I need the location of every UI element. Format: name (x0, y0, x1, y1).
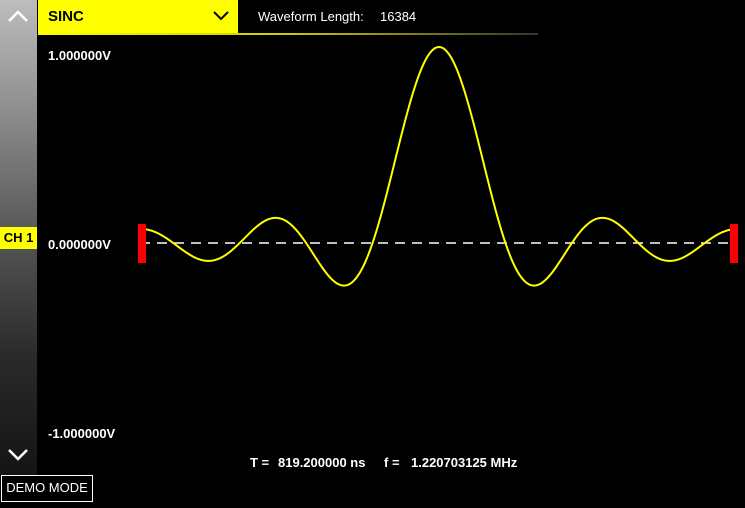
voltage-max-label: 1.000000V (48, 48, 111, 63)
left-marker[interactable] (138, 224, 146, 263)
voltage-min-label: -1.000000V (48, 426, 116, 441)
voltage-zero-label: 0.000000V (48, 237, 111, 252)
period-label: T = (250, 455, 270, 470)
waveform-trace (139, 45, 739, 287)
frequency-value: 1.220703125 MHz (411, 455, 518, 470)
demo-mode-badge: DEMO MODE (1, 475, 93, 502)
right-marker[interactable] (730, 224, 738, 263)
period-value: 819.200000 ns (278, 455, 366, 470)
frequency-label: f = (384, 455, 400, 470)
